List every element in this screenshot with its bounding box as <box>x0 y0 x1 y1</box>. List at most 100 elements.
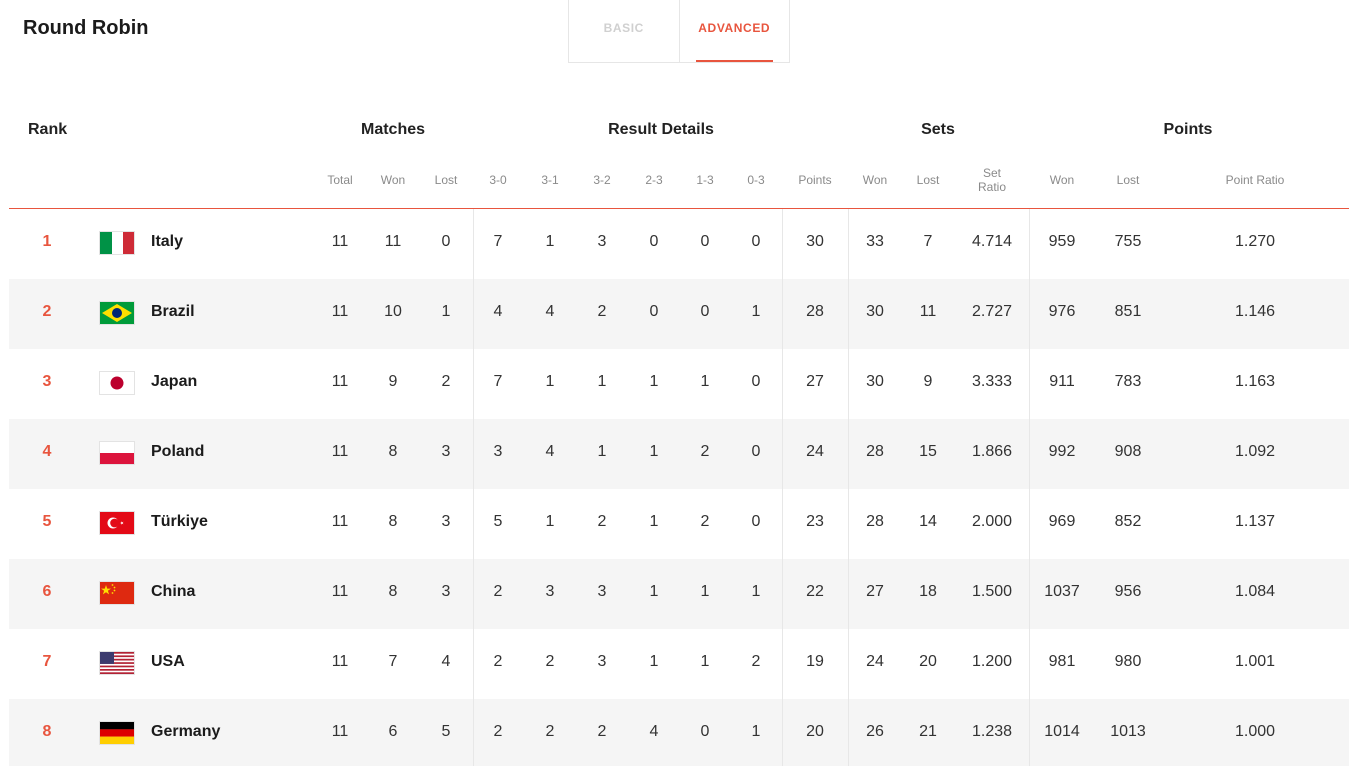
result-3-1: 4 <box>545 303 555 320</box>
rank-cell: 3 <box>42 373 52 390</box>
points-lost: 956 <box>1114 583 1142 600</box>
subheader-points-lost: Lost <box>1116 173 1140 187</box>
result-3-1: 4 <box>545 443 555 460</box>
sets-won: 30 <box>866 303 884 320</box>
rank-cell: 2 <box>42 303 52 320</box>
team-name[interactable]: Poland <box>151 419 204 489</box>
column-divider <box>473 209 474 766</box>
table-row[interactable]: 2 Brazil 11 10 1 4 4 2 0 0 1 28 30 11 2.… <box>9 279 1349 349</box>
subheader-points-won: Won <box>1049 173 1075 187</box>
points-won: 976 <box>1048 303 1076 320</box>
result-0-3: 0 <box>751 443 761 460</box>
result-3-0: 7 <box>493 233 503 250</box>
set-ratio: 1.500 <box>971 583 1013 600</box>
points-cell: 20 <box>806 723 824 740</box>
matches-lost: 3 <box>441 513 451 530</box>
subheader-sets-lost: Lost <box>916 173 940 187</box>
subheader-set-ratio-line2: Ratio <box>977 180 1007 194</box>
table-row[interactable]: 6 China 11 8 3 2 3 3 1 1 1 22 27 18 1.50… <box>9 559 1349 629</box>
set-ratio: 1.200 <box>971 653 1013 670</box>
result-2-3: 4 <box>649 723 659 740</box>
result-3-0: 7 <box>493 373 503 390</box>
result-details-header: Result Details <box>608 121 714 138</box>
rank-cell: 1 <box>42 233 52 250</box>
matches-lost: 1 <box>441 303 451 320</box>
column-divider <box>782 209 783 766</box>
result-0-3: 1 <box>751 583 761 600</box>
sets-lost: 7 <box>923 233 933 250</box>
page-title: Round Robin <box>23 17 149 39</box>
table-row[interactable]: 3 Japan 11 9 2 7 1 1 1 1 0 27 30 9 3.333… <box>9 349 1349 419</box>
result-2-3: 1 <box>649 513 659 530</box>
subheader-set-ratio-line1: Set <box>982 166 1002 180</box>
points-cell: 24 <box>806 443 824 460</box>
team-name[interactable]: China <box>151 559 195 629</box>
points-won: 1014 <box>1044 723 1080 740</box>
result-1-3: 1 <box>700 373 710 390</box>
tab-advanced[interactable]: ADVANCED <box>678 0 790 62</box>
poland-flag-icon <box>100 442 134 464</box>
set-ratio: 2.000 <box>971 513 1013 530</box>
table-row[interactable]: 5 Türkiye 11 8 3 5 1 2 1 2 0 23 28 14 2.… <box>9 489 1349 559</box>
team-name[interactable]: Türkiye <box>151 489 208 559</box>
result-3-0: 5 <box>493 513 503 530</box>
matches-won: 10 <box>384 303 402 320</box>
result-3-2: 3 <box>597 583 607 600</box>
result-3-1: 3 <box>545 583 555 600</box>
matches-lost: 4 <box>441 653 451 670</box>
team-name[interactable]: Italy <box>151 209 183 279</box>
result-3-1: 2 <box>545 653 555 670</box>
result-0-3: 1 <box>751 303 761 320</box>
result-3-2: 2 <box>597 303 607 320</box>
sets-won: 30 <box>866 373 884 390</box>
column-divider <box>848 209 849 766</box>
set-ratio: 2.727 <box>971 303 1013 320</box>
result-3-2: 3 <box>597 653 607 670</box>
matches-won: 9 <box>388 373 398 390</box>
rank-cell: 5 <box>42 513 52 530</box>
point-ratio: 1.092 <box>1234 443 1276 460</box>
result-3-1: 1 <box>545 373 555 390</box>
sets-lost: 14 <box>919 513 937 530</box>
subheader-3-1: 3-1 <box>541 173 559 187</box>
sets-won: 33 <box>866 233 884 250</box>
result-0-3: 0 <box>751 513 761 530</box>
subheader-point-ratio: Point Ratio <box>1225 173 1285 187</box>
team-name[interactable]: Japan <box>151 349 197 419</box>
table-row[interactable]: 4 Poland 11 8 3 3 4 1 1 2 0 24 28 15 1.8… <box>9 419 1349 489</box>
matches-lost: 3 <box>441 443 451 460</box>
table-row[interactable]: 7 USA 11 7 4 2 2 3 1 1 2 19 24 20 1.200 … <box>9 629 1349 699</box>
sets-won: 28 <box>866 443 884 460</box>
result-1-3: 0 <box>700 723 710 740</box>
rank-header: Rank <box>28 121 68 138</box>
result-1-3: 0 <box>700 233 710 250</box>
points-cell: 23 <box>806 513 824 530</box>
standings-table-body: 1 Italy 11 11 0 7 1 3 0 0 0 30 33 7 4.71… <box>9 209 1349 766</box>
team-name[interactable]: Brazil <box>151 279 195 349</box>
result-3-1: 1 <box>545 233 555 250</box>
matches-won: 11 <box>384 233 402 250</box>
tab-basic[interactable]: BASIC <box>569 0 679 62</box>
table-row[interactable]: 1 Italy 11 11 0 7 1 3 0 0 0 30 33 7 4.71… <box>9 209 1349 279</box>
sets-lost: 18 <box>919 583 937 600</box>
points-cell: 30 <box>806 233 824 250</box>
sets-won: 28 <box>866 513 884 530</box>
italy-flag-icon <box>100 232 134 254</box>
view-tabs: BASIC ADVANCED <box>568 0 790 63</box>
point-ratio: 1.163 <box>1234 373 1276 390</box>
result-2-3: 1 <box>649 583 659 600</box>
points-won: 911 <box>1049 373 1075 390</box>
result-0-3: 0 <box>751 373 761 390</box>
result-1-3: 1 <box>700 583 710 600</box>
result-3-0: 4 <box>493 303 503 320</box>
points-lost: 755 <box>1114 233 1142 250</box>
matches-total: 11 <box>331 513 349 530</box>
team-name[interactable]: Germany <box>151 699 220 766</box>
result-3-1: 1 <box>545 513 555 530</box>
point-ratio: 1.000 <box>1234 723 1276 740</box>
team-name[interactable]: USA <box>151 629 185 699</box>
result-2-3: 1 <box>649 653 659 670</box>
matches-total: 11 <box>331 303 349 320</box>
rank-cell: 8 <box>42 723 52 740</box>
table-row[interactable]: 8 Germany 11 6 5 2 2 2 4 0 1 20 26 21 1.… <box>9 699 1349 766</box>
